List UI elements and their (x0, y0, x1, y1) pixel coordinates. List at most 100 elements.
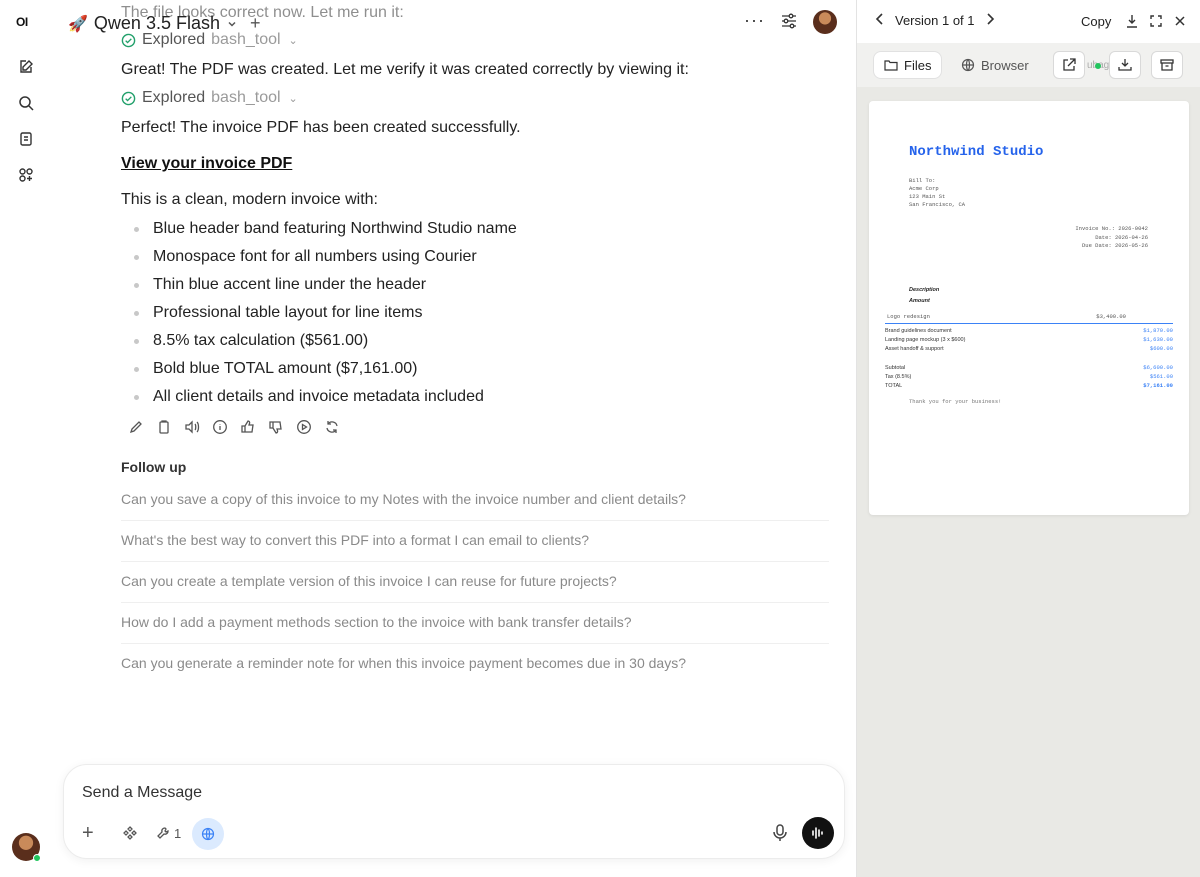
list-item: 8.5% tax calculation ($561.00) (121, 330, 821, 358)
thumbs-up-icon[interactable] (239, 418, 257, 436)
tools-count: 1 (174, 825, 182, 841)
total-amount: $7,161.00 (1143, 382, 1173, 389)
external-link-icon (1063, 58, 1076, 71)
line-item-desc: Landing page mockup (3 x $600) (885, 337, 966, 343)
info-icon[interactable] (211, 418, 229, 436)
follow-up-question[interactable]: Can you generate a reminder note for whe… (121, 644, 829, 685)
artifacts-panel: Version 1 of 1 Copy Files Browser Northw… (856, 0, 1200, 877)
voice-mode-button[interactable] (802, 817, 834, 849)
open-external-button[interactable] (1053, 51, 1085, 79)
line-item-desc: Asset handoff & support (885, 346, 944, 352)
tab-browser[interactable]: Browser (951, 51, 1039, 79)
thank-you-note: Thank you for your business! (909, 398, 1002, 405)
verify-message: Great! The PDF was created. Let me verif… (121, 61, 689, 78)
settings-sliders-icon[interactable] (780, 12, 798, 35)
feature-list: Blue header band featuring Northwind Stu… (121, 218, 821, 414)
header-avatar[interactable] (813, 10, 837, 34)
bill-to-label: Bill To: (909, 177, 936, 184)
invoice-company: Northwind Studio (909, 144, 1044, 160)
follow-up-question[interactable]: Can you save a copy of this invoice to m… (121, 480, 829, 521)
list-item: Bold blue TOTAL amount ($7,161.00) (121, 358, 821, 386)
total-label: TOTAL (885, 383, 903, 389)
notes-icon[interactable] (16, 129, 36, 149)
tab-browser-label: Browser (981, 57, 1029, 73)
invoice-due-date: Due Date: 2026-05-26 (1081, 242, 1148, 249)
copy-icon[interactable] (155, 418, 173, 436)
add-attachment-button[interactable]: + (82, 822, 94, 844)
column-amount: Amount (909, 298, 930, 304)
subtotal-label: Subtotal (885, 365, 906, 371)
read-aloud-icon[interactable] (183, 418, 201, 436)
add-model-button[interactable]: + (250, 13, 261, 34)
waveform-icon (812, 827, 823, 839)
tool-name: bash_tool (211, 89, 281, 106)
line-item-desc: Brand guidelines document (885, 328, 952, 334)
list-item: Blue header band featuring Northwind Stu… (121, 218, 821, 246)
chevron-right-icon[interactable] (985, 13, 995, 28)
line-item-amount: $600.00 (1149, 345, 1173, 352)
invoice-date: Date: 2026-04-26 (1095, 234, 1148, 241)
chat-topbar: 🚀 Qwen 3.5 Flash + ··· (52, 0, 856, 44)
message-actions (127, 418, 341, 436)
tool-action: Explored (142, 89, 206, 106)
tools-button[interactable]: 1 (156, 822, 181, 844)
edit-icon[interactable] (127, 418, 145, 436)
line-item-desc: Logo redesign (887, 313, 930, 320)
list-item: Professional table layout for line items (121, 302, 821, 330)
apps-icon[interactable] (16, 165, 36, 185)
archive-button[interactable] (1151, 51, 1183, 79)
chevron-down-icon (228, 21, 236, 27)
chevron-down-icon: ⌄ (288, 92, 298, 105)
wrench-icon (157, 827, 169, 839)
copy-button[interactable]: Copy (1081, 14, 1111, 29)
more-options-icon[interactable]: ··· (744, 10, 765, 31)
left-rail: OI (0, 0, 52, 877)
follow-up-list: Can you save a copy of this invoice to m… (121, 480, 829, 685)
client-street: 123 Main St (909, 193, 946, 200)
line-item-amount: $3,400.00 (1096, 313, 1126, 320)
app-window: OI The file looks correct now. Let me ru… (0, 0, 1200, 877)
download-file-button[interactable] (1109, 51, 1141, 79)
chevron-left-icon[interactable] (875, 13, 885, 28)
message-composer: Send a Message + 1 (63, 764, 845, 859)
message-input[interactable]: Send a Message (82, 784, 202, 802)
microphone-icon[interactable] (772, 823, 788, 848)
version-label: Version 1 of 1 (895, 13, 975, 28)
thumbs-down-icon[interactable] (267, 418, 285, 436)
model-selector[interactable]: 🚀 Qwen 3.5 Flash + (68, 13, 261, 34)
subtotal-amount: $6,600.00 (1143, 364, 1173, 371)
version-navigator: Version 1 of 1 (875, 13, 995, 28)
client-city: San Francisco, CA (909, 201, 966, 208)
download-icon[interactable] (1124, 13, 1140, 29)
column-description: Description (909, 287, 940, 293)
tax-amount: $561.00 (1149, 373, 1173, 380)
list-item: All client details and invoice metadata … (121, 386, 821, 414)
search-icon[interactable] (16, 93, 36, 113)
invoice-intro: This is a clean, modern invoice with: (121, 191, 378, 208)
list-item: Thin blue accent line under the header (121, 274, 821, 302)
client-name: Acme Corp (909, 185, 939, 192)
integrations-icon[interactable] (122, 822, 138, 844)
follow-up-question[interactable]: Can you create a template version of thi… (121, 562, 829, 603)
status-dot (1095, 63, 1101, 69)
check-circle-icon (121, 91, 136, 105)
web-search-toggle[interactable] (192, 818, 224, 850)
tool-call-2[interactable]: Explored bash_tool ⌄ (121, 89, 298, 107)
tab-files[interactable]: Files (873, 51, 943, 79)
invoice-pdf-link[interactable]: View your invoice PDF (121, 155, 292, 173)
archive-icon (1160, 59, 1174, 71)
follow-up-question[interactable]: What's the best way to convert this PDF … (121, 521, 829, 562)
panel-tabs: Files Browser ubag (857, 43, 1200, 87)
expand-icon[interactable] (1148, 13, 1164, 29)
follow-up-question[interactable]: How do I add a payment methods section t… (121, 603, 829, 644)
regenerate-icon[interactable] (323, 418, 341, 436)
new-chat-icon[interactable] (16, 57, 36, 77)
continue-icon[interactable] (295, 418, 313, 436)
success-message: Perfect! The invoice PDF has been create… (121, 119, 521, 136)
tax-label: Tax (8.5%) (885, 374, 912, 380)
line-item-amount: $1,630.00 (1143, 336, 1173, 343)
invoice-number: Invoice No.: 2026-0042 (1075, 225, 1148, 232)
close-icon[interactable] (1172, 13, 1188, 29)
app-logo[interactable]: OI (16, 15, 28, 29)
table-divider (885, 323, 1173, 324)
